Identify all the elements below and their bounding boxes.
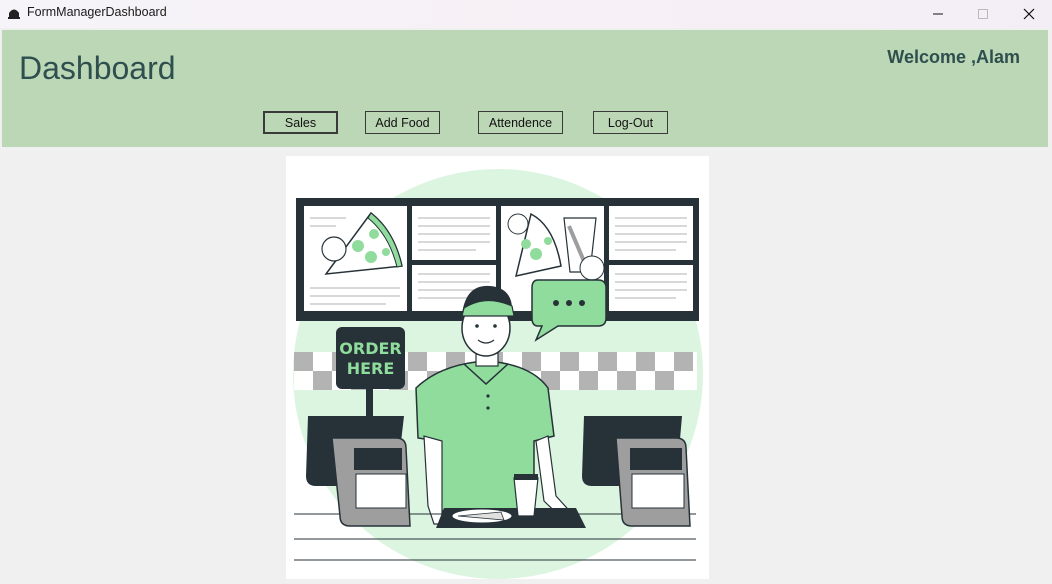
minimize-icon [933, 13, 943, 15]
page-title: Dashboard [19, 50, 176, 86]
app-icon [8, 9, 20, 19]
dashboard-header: Dashboard Welcome ,Alam Sales Add Food A… [2, 30, 1048, 147]
minimize-button[interactable] [915, 0, 961, 28]
close-button[interactable] [1006, 0, 1052, 28]
maximize-icon [978, 9, 988, 19]
window-title: FormManagerDashboard [27, 5, 167, 19]
sales-button[interactable]: Sales [263, 111, 338, 134]
logout-button[interactable]: Log-Out [593, 111, 668, 134]
attendence-button[interactable]: Attendence [478, 111, 563, 134]
title-bar[interactable]: FormManagerDashboard [0, 0, 1052, 28]
maximize-button[interactable] [960, 0, 1006, 28]
welcome-label: Welcome ,Alam [887, 47, 1020, 67]
order-here-sign-line2: HERE [347, 359, 395, 378]
order-here-sign-line1: ORDER [339, 339, 401, 358]
app-window: FormManagerDashboard Dashboard Welcome ,… [0, 0, 1052, 584]
close-icon [1023, 8, 1035, 20]
add-food-button[interactable]: Add Food [365, 111, 440, 134]
cashier-illustration: ORDER HERE [293, 169, 703, 579]
dashboard-illustration: ORDER HERE [286, 156, 709, 579]
